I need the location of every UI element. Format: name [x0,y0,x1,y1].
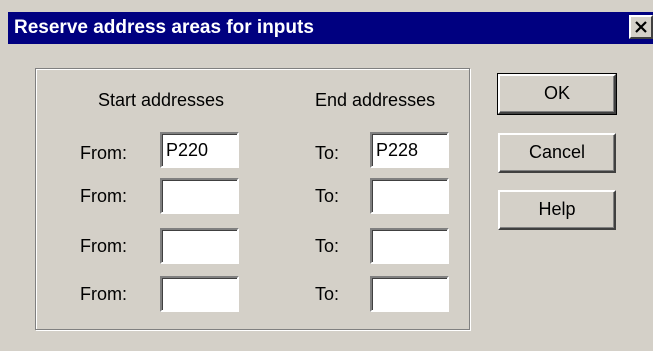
end-addresses-header: End addresses [315,90,436,110]
to-label-2: To: [315,186,340,206]
to-label-4: To: [315,284,340,304]
close-icon [635,21,647,33]
close-button[interactable] [629,15,653,39]
from-field-1[interactable]: P220 [160,132,239,168]
from-label-2: From: [80,186,127,206]
from-field-2[interactable] [160,178,239,214]
from-field-3[interactable] [160,228,239,264]
to-label-3: To: [315,236,340,256]
to-field-1[interactable]: P228 [370,132,449,168]
from-label-3: From: [80,236,127,256]
from-label-4: From: [80,284,127,304]
to-field-2[interactable] [370,178,449,214]
to-field-4[interactable] [370,276,449,312]
title-bar[interactable]: Reserve address areas for inputs [8,12,653,44]
to-label-1: To: [315,143,340,163]
help-button[interactable]: Help [498,190,616,230]
ok-button[interactable]: OK [497,73,617,115]
to-field-3[interactable] [370,228,449,264]
cancel-button[interactable]: Cancel [498,133,616,173]
start-addresses-header: Start addresses [98,90,225,110]
from-label-1: From: [80,143,127,163]
from-field-4[interactable] [160,276,239,312]
dialog-title: Reserve address areas for inputs [14,17,314,38]
reserve-address-dialog: Reserve address areas for inputs Start a… [0,0,653,351]
